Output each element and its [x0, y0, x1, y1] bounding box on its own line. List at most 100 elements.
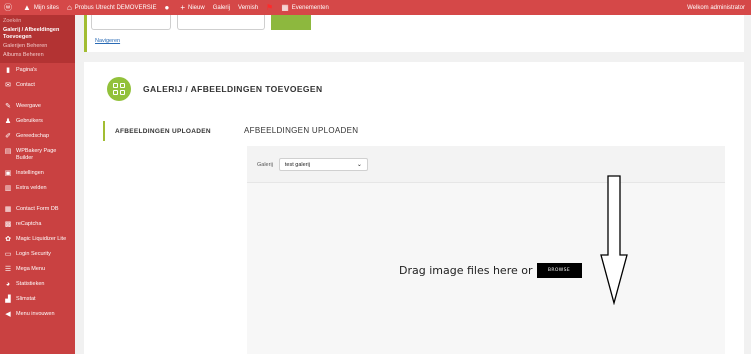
sidebar-item-mega-menu[interactable]: ☰ Mega Menu: [0, 262, 75, 277]
captcha-icon: ▩: [4, 221, 12, 228]
gallery-select[interactable]: test galerij ⌄: [278, 158, 368, 171]
calendar-icon: ▦: [281, 3, 289, 12]
submenu-add-images[interactable]: Galerij / Afbeeldingen Toevoegen: [0, 26, 75, 42]
sidebar-item-statistieken[interactable]: ◕ Statistieken: [0, 277, 75, 292]
sidebar-item-label: Login Security: [16, 251, 51, 257]
gallery-select-row: Galerij test galerij ⌄: [257, 158, 368, 171]
sidebar-item-gereedschap[interactable]: ✐ Gereedschap: [0, 129, 75, 144]
sidebar-item-slimstat[interactable]: ▟ Slimstat: [0, 292, 75, 307]
gallery-label: Galerij: [212, 4, 231, 11]
sidebar-item-extra-velden[interactable]: ▥ Extra velden: [0, 181, 75, 196]
sidebar-item-label: reCaptcha: [16, 221, 42, 227]
account-menu[interactable]: Welkom administrator: [687, 0, 745, 15]
comments-menu[interactable]: ●: [160, 3, 176, 12]
tab-upload-images[interactable]: AFBEELDINGEN UPLOADEN: [103, 121, 213, 141]
chart-icon: ▟: [5, 296, 11, 303]
sidebar-menu: ▮ Pagina's ✉ Contact ✎ Weergave ♟ Gebruikers ✐ Ge…: [0, 63, 75, 322]
sidebar-item-label: Instellingen: [16, 170, 44, 176]
sidebar-item-contact-form-db[interactable]: ▦ Contact Form DB: [0, 202, 75, 217]
flag-menu[interactable]: ⚑: [262, 3, 277, 12]
sidebar-item-label: Contact: [16, 82, 35, 88]
sidebar-item-pagina-s[interactable]: ▮ Pagina's: [0, 63, 75, 78]
sidebar-item-label: Magic Liquidizer Lite: [16, 236, 67, 242]
clear-cache-menu[interactable]: Vernish: [234, 5, 262, 11]
sidebar-item-gebruikers[interactable]: ♟ Gebruikers: [0, 114, 75, 129]
lock-icon: ▭: [4, 251, 12, 258]
mail-icon: ✉: [5, 82, 11, 89]
gallery-menu[interactable]: Galerij: [209, 5, 234, 11]
gallery-select-label: Galerij: [257, 161, 273, 168]
sidebar-item-contact[interactable]: ✉ Contact: [0, 78, 75, 93]
upload-area: Galerij test galerij ⌄ Drag image files …: [247, 146, 725, 354]
events-menu[interactable]: ▦ Evenementen: [277, 3, 333, 12]
settings-icon: ▣: [4, 170, 12, 177]
home-icon: ⌂: [66, 3, 72, 12]
annotation-arrow-icon: [600, 175, 628, 305]
panel-header: GALERIJ / AFBEELDINGEN TOEVOEGEN: [107, 77, 323, 101]
builder-icon: ▤: [4, 148, 12, 155]
sidebar-item-weergave[interactable]: ✎ Weergave: [0, 99, 75, 114]
page-title: GALERIJ / AFBEELDINGEN TOEVOEGEN: [143, 84, 323, 94]
sidebar-item-label: Pagina's: [16, 67, 37, 73]
sidebar-item-label: Menu invouwen: [16, 311, 55, 317]
sidebar-item-label: Weergave: [16, 103, 41, 109]
browse-button[interactable]: BROWSE: [536, 263, 582, 278]
chevron-down-icon: ⌄: [356, 162, 362, 168]
gallery-submenu: Zoekén Galerij / Afbeeldingen Toevoegen …: [0, 15, 75, 63]
sidebar-item-menu-invouwen[interactable]: ◀ Menu invouwen: [0, 307, 75, 322]
gear-icon: ✿: [5, 236, 11, 243]
sidebar-item-login-security[interactable]: ▭ Login Security: [0, 247, 75, 262]
plus-icon: +: [180, 3, 185, 12]
navigate-link[interactable]: Navigeren: [95, 38, 120, 44]
top-action-button[interactable]: [271, 15, 311, 30]
database-icon: ▦: [4, 206, 12, 213]
events-label: Evenementen: [291, 4, 329, 11]
tab-upload-label: AFBEELDINGEN UPLOADEN: [115, 127, 211, 135]
submenu-manage-galleries[interactable]: Galerijen Beheren: [0, 42, 75, 51]
section-title: AFBEELDINGEN UPLOADEN: [244, 126, 359, 135]
gallery-panel: GALERIJ / AFBEELDINGEN TOEVOEGEN AFBEELD…: [84, 62, 744, 354]
main-content: Navigeren GALERIJ / AFBEELDINGEN TOEVOEG…: [75, 15, 751, 354]
my-sites-label: Mijn sites: [33, 4, 59, 11]
browse-label: BROWSE: [547, 268, 571, 273]
admin-sidebar: Zoekén Galerij / Afbeeldingen Toevoegen …: [0, 15, 75, 354]
sidebar-search-overflow: Zoekén: [3, 18, 22, 24]
sidebar-item-label: Mega Menu: [16, 266, 46, 272]
sidebar-item-label: Statistieken: [16, 281, 45, 287]
notice-box: Navigeren: [84, 15, 744, 52]
grid-icon: [107, 77, 131, 101]
menu-icon: ☰: [4, 266, 12, 273]
fields-icon: ▥: [4, 185, 12, 192]
gallery-select-value: test galerij: [284, 161, 310, 168]
submenu-manage-albums[interactable]: Albums Beheren: [0, 51, 75, 60]
top-field-1[interactable]: [91, 15, 171, 30]
sidebar-item-label: Gebruikers: [16, 118, 43, 124]
collapse-icon: ◀: [5, 311, 11, 318]
sidebar-item-label: Contact Form DB: [16, 206, 59, 212]
drop-instructions: Drag image files here or BROWSE: [399, 263, 582, 278]
site-name-label: Probus Utrecht DEMOVERSIE: [74, 4, 157, 11]
comment-icon: ●: [164, 3, 170, 12]
top-field-2[interactable]: [177, 15, 265, 30]
sidebar-item-label: WPBakery Page Builder: [16, 148, 57, 161]
wordpress-menu[interactable]: ⓦ: [0, 2, 19, 13]
new-label: Nieuw: [188, 4, 205, 11]
user-icon: ♟: [4, 118, 12, 125]
greeting-label: Welkom administrator: [687, 4, 745, 11]
wrench-icon: ✐: [5, 133, 11, 140]
brush-icon: ✎: [5, 103, 11, 110]
sidebar-item-wpbakery-page-builder[interactable]: ▤ WPBakery Page Builder: [0, 144, 75, 166]
sidebar-item-recaptcha[interactable]: ▩ reCaptcha: [0, 217, 75, 232]
sidebar-item-label: Slimstat: [16, 296, 36, 302]
my-sites-menu[interactable]: ▲ Mijn sites: [19, 3, 63, 12]
new-content-menu[interactable]: + Nieuw: [176, 3, 208, 12]
sidebar-item-instellingen[interactable]: ▣ Instellingen: [0, 166, 75, 181]
wordpress-icon: ⓦ: [4, 3, 12, 12]
sidebar-item-magic-liquidizer-lite[interactable]: ✿ Magic Liquidizer Lite: [0, 232, 75, 247]
clear-label: Vernish: [238, 4, 259, 11]
sites-icon: ▲: [23, 3, 31, 12]
site-name-menu[interactable]: ⌂ Probus Utrecht DEMOVERSIE: [63, 3, 161, 12]
sidebar-item-label: Gereedschap: [16, 133, 50, 139]
drop-text: Drag image files here or: [399, 264, 533, 277]
page-icon: ▮: [6, 67, 10, 74]
